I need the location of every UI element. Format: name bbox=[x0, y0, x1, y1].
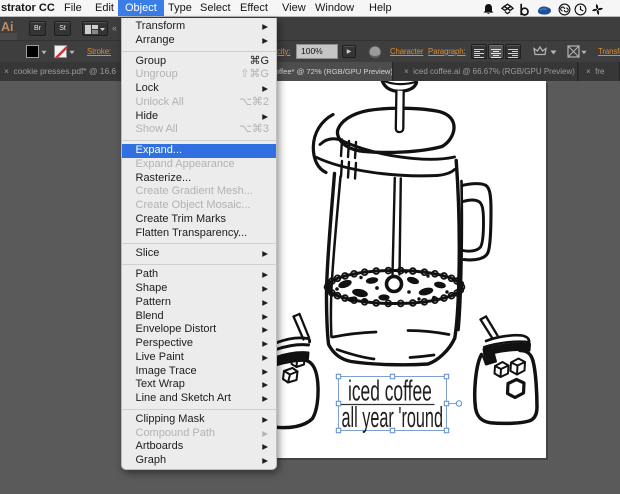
svg-text:all year 'round: all year 'round bbox=[342, 401, 443, 433]
